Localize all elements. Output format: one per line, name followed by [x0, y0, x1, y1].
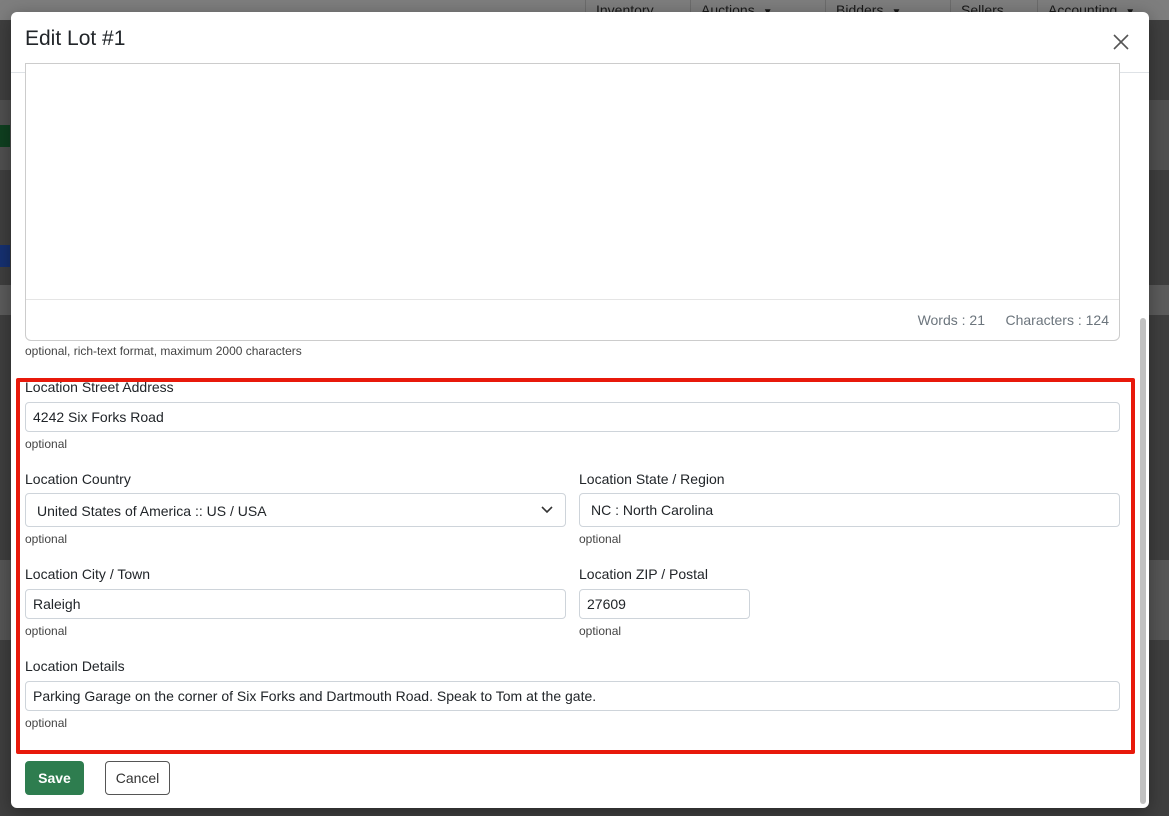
country-select[interactable]: United States of America :: US / USA: [25, 493, 566, 527]
details-label: Location Details: [25, 658, 125, 674]
city-input[interactable]: [25, 589, 566, 619]
street-help: optional: [25, 437, 68, 451]
word-count: Words : 21: [917, 312, 985, 328]
character-count: Characters : 124: [1005, 312, 1110, 328]
save-button[interactable]: Save: [25, 761, 84, 795]
editor-help-text: optional, rich-text format, maximum 2000…: [25, 344, 302, 358]
description-editor[interactable]: Words : 21 Characters : 124: [25, 63, 1120, 341]
state-input[interactable]: [579, 493, 1120, 527]
street-address-input[interactable]: [25, 402, 1120, 432]
modal-scrollbar[interactable]: [1140, 318, 1146, 804]
zip-input[interactable]: [579, 589, 750, 619]
state-help: optional: [579, 532, 622, 546]
city-label: Location City / Town: [25, 566, 151, 582]
city-help: optional: [25, 624, 68, 638]
close-icon: [1113, 34, 1129, 50]
zip-help: optional: [579, 624, 622, 638]
state-label: Location State / Region: [579, 471, 725, 487]
close-button[interactable]: [1105, 26, 1137, 58]
cancel-button[interactable]: Cancel: [105, 761, 170, 795]
location-details-input[interactable]: [25, 681, 1120, 711]
zip-label: Location ZIP / Postal: [579, 566, 708, 582]
chevron-down-icon: [541, 506, 553, 514]
modal-title: Edit Lot #1: [25, 27, 126, 50]
country-label: Location Country: [25, 471, 131, 487]
country-help: optional: [25, 532, 68, 546]
edit-lot-modal: Edit Lot #1 Words : 21 Characters : 124 …: [11, 12, 1149, 808]
country-selected-value: United States of America :: US / USA: [37, 503, 267, 519]
editor-status-bar: Words : 21 Characters : 124: [26, 299, 1119, 340]
street-label: Location Street Address: [25, 379, 174, 395]
details-help: optional: [25, 716, 68, 730]
